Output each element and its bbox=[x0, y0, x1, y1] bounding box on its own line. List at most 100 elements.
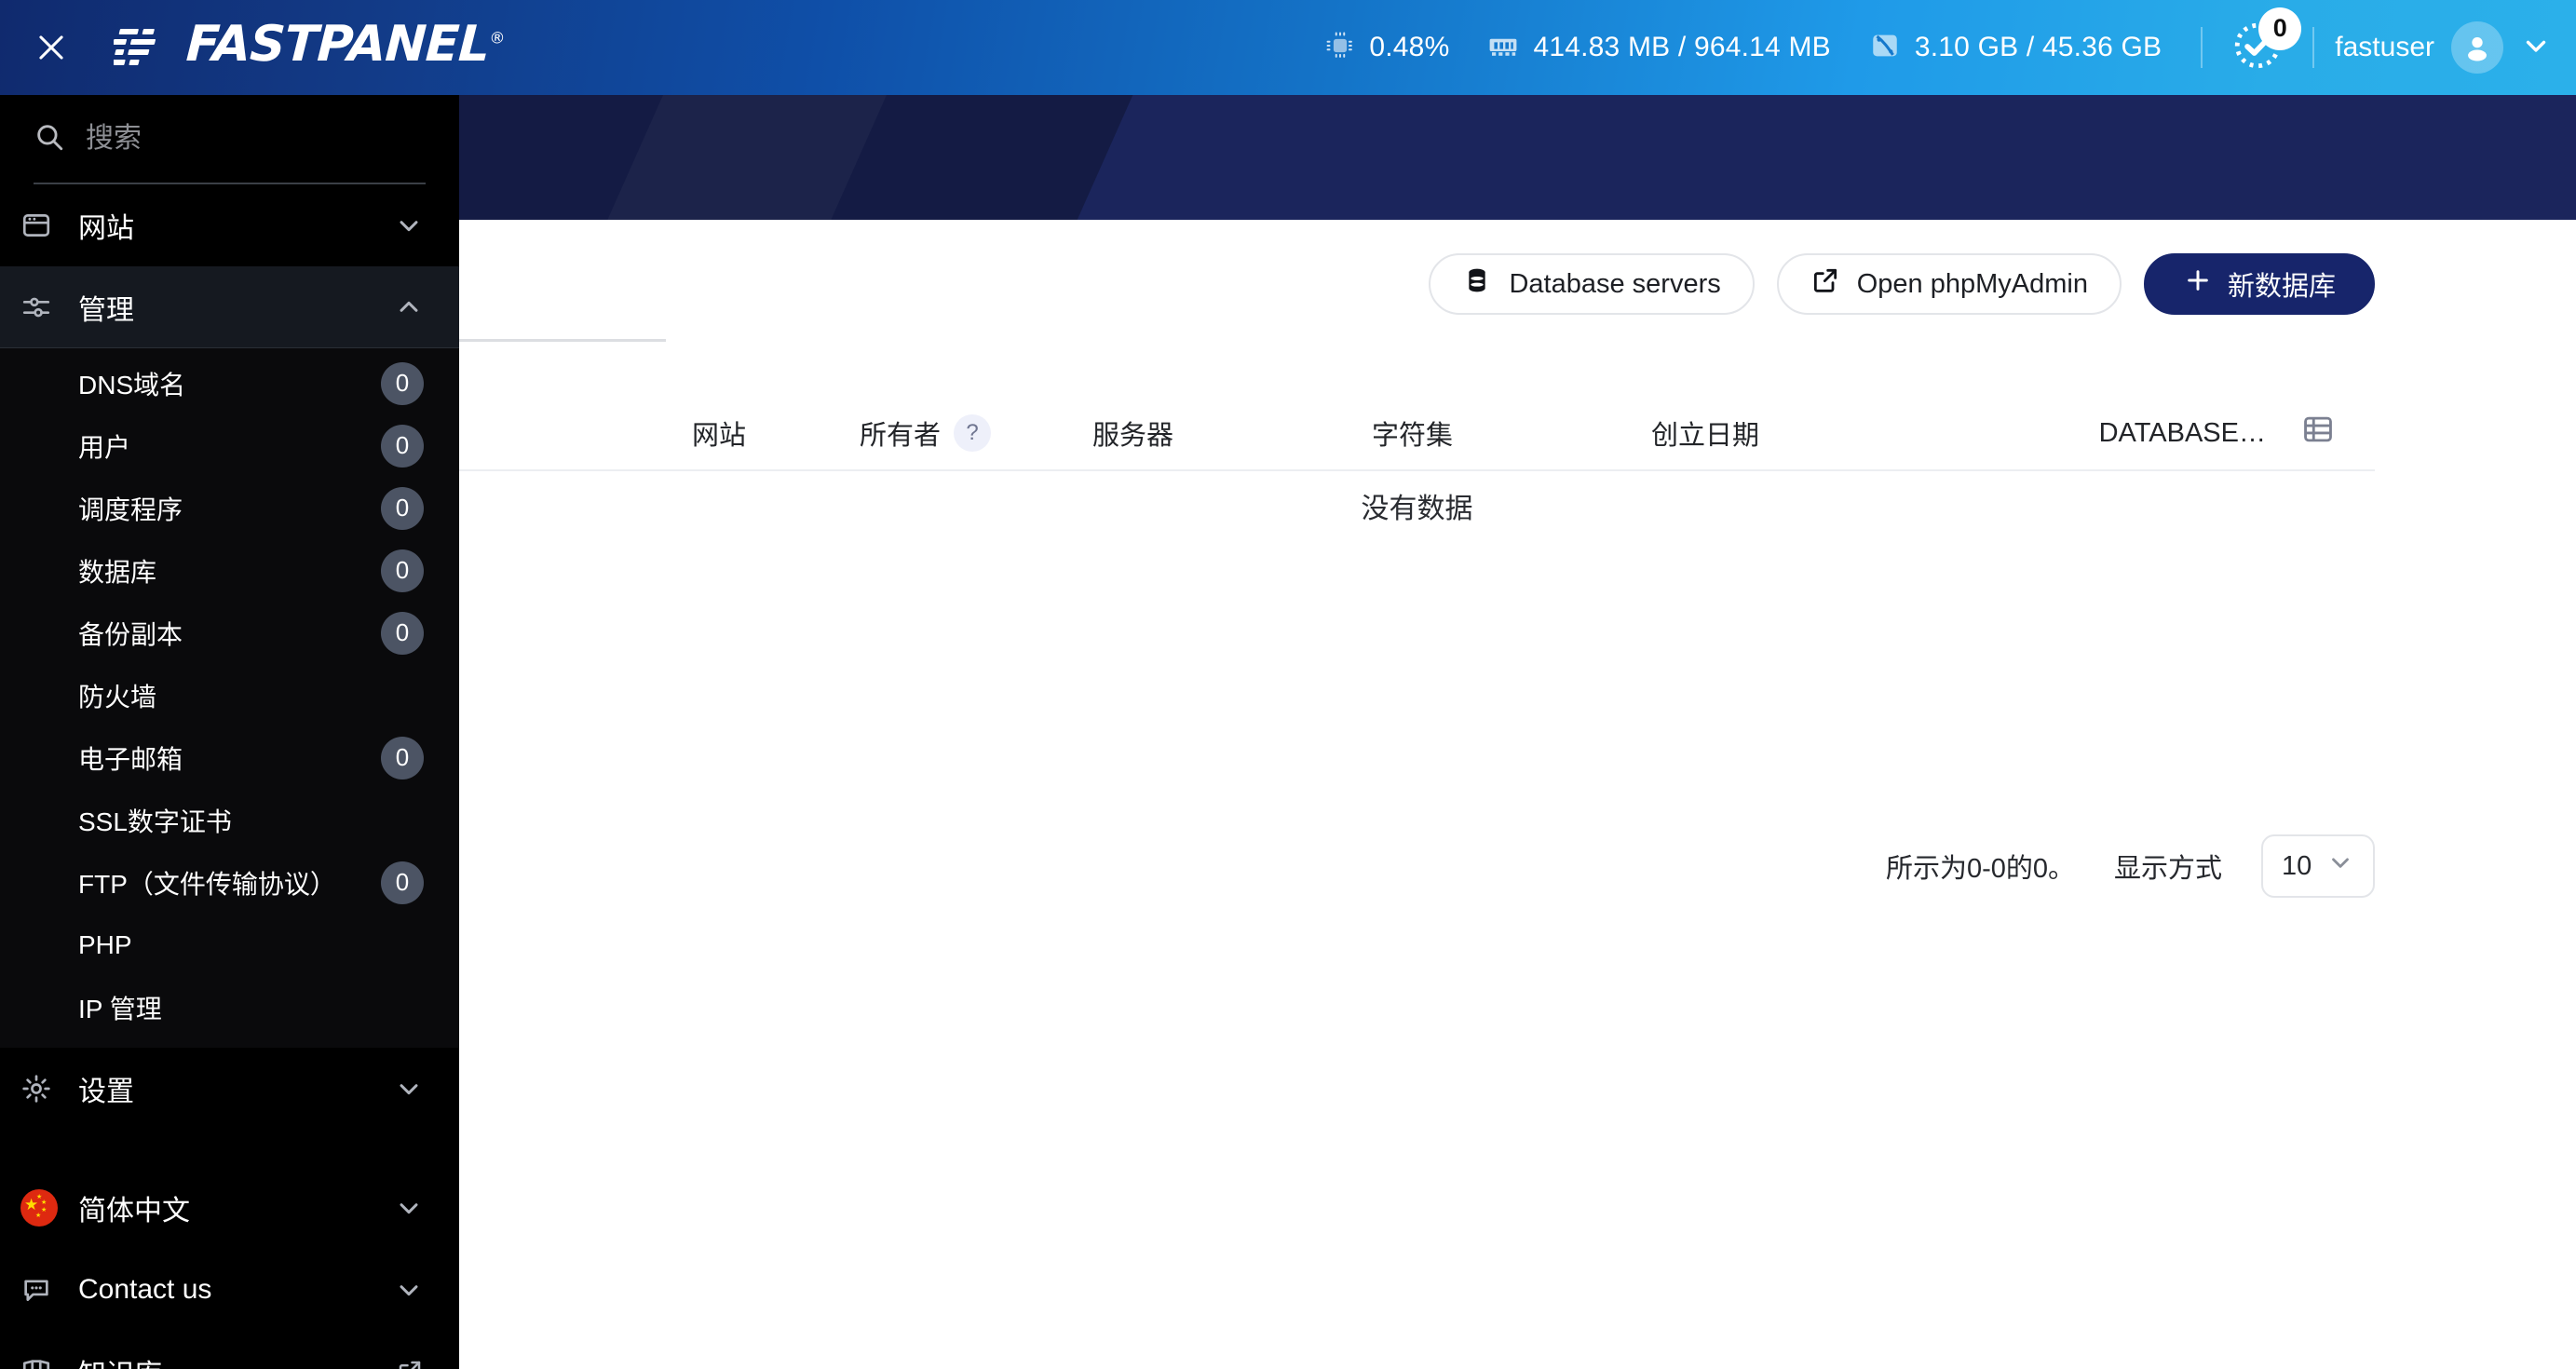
stat-memory[interactable]: 414.83 MB / 964.14 MB bbox=[1468, 32, 1849, 64]
table-columns-icon bbox=[2300, 412, 2336, 454]
open-phpmyadmin-button[interactable]: Open phpMyAdmin bbox=[1776, 253, 2122, 315]
header-divider-2 bbox=[2312, 27, 2315, 68]
sidebar-item-php-label: PHP bbox=[78, 929, 132, 959]
sidebar-item-email-badge: 0 bbox=[381, 736, 424, 779]
column-header-owner-label: 所有者 bbox=[860, 421, 942, 451]
disk-icon bbox=[1868, 30, 1902, 66]
stat-cpu-value: 0.48% bbox=[1369, 32, 1450, 62]
chevron-down-icon bbox=[2520, 30, 2552, 66]
sidebar-item-scheduler-badge: 0 bbox=[381, 486, 424, 530]
external-link-icon bbox=[396, 1358, 424, 1369]
management-submenu: DNS域名 0 用户 0 调度程序 0 数据库 0 备份副本 0 防火墙 电子邮… bbox=[0, 348, 459, 1048]
brand-name: FASTPANEL® bbox=[184, 15, 505, 73]
close-icon bbox=[34, 30, 69, 65]
column-header-charset-label: 字符集 bbox=[1372, 421, 1454, 451]
stat-disk[interactable]: 3.10 GB / 45.36 GB bbox=[1850, 30, 2180, 66]
sidebar-item-language-label: 简体中文 bbox=[78, 1196, 190, 1227]
user-name: fastuser bbox=[2335, 32, 2434, 62]
ram-icon bbox=[1486, 32, 1520, 64]
header-divider-1 bbox=[2201, 27, 2203, 68]
tabs-underline bbox=[459, 339, 666, 342]
sidebar-item-firewall[interactable]: 防火墙 bbox=[0, 664, 459, 726]
chevron-down-icon bbox=[394, 1074, 424, 1104]
database-servers-label: Database servers bbox=[1509, 268, 1721, 299]
column-header-charset[interactable]: 字符集 bbox=[1372, 413, 1651, 453]
search-input[interactable] bbox=[86, 123, 445, 155]
action-buttons: Database servers Open phpMyAdmin 新数据库 bbox=[1429, 253, 2375, 315]
sidebar-item-websites-label: 网站 bbox=[78, 213, 134, 244]
sidebar-item-backups-label: 备份副本 bbox=[78, 619, 183, 649]
sidebar-item-dns-badge: 0 bbox=[381, 361, 424, 405]
sidebar-item-ip-management[interactable]: IP 管理 bbox=[0, 976, 459, 1038]
per-page-value: 10 bbox=[2282, 850, 2312, 881]
help-icon[interactable]: ? bbox=[954, 414, 992, 452]
open-phpmyadmin-label: Open phpMyAdmin bbox=[1856, 268, 2088, 299]
plus-icon bbox=[2183, 265, 2213, 303]
column-header-site-label: 网站 bbox=[692, 421, 747, 451]
chevron-down-icon bbox=[394, 1193, 424, 1223]
sidebar-item-ftp-label: FTP（文件传输协议） bbox=[78, 869, 336, 899]
sidebar-item-users[interactable]: 用户 0 bbox=[0, 414, 459, 477]
stat-disk-value: 3.10 GB / 45.36 GB bbox=[1914, 32, 2162, 62]
column-header-created-label: 创立日期 bbox=[1651, 421, 1760, 451]
sidebar-item-databases[interactable]: 数据库 0 bbox=[0, 539, 459, 602]
database-icon bbox=[1462, 265, 1492, 303]
sidebar-item-knowledge-base-label: 知识库 bbox=[78, 1351, 396, 1369]
column-settings-button[interactable] bbox=[2266, 412, 2375, 454]
column-header-site[interactable]: 网站 bbox=[459, 413, 860, 453]
sidebar-item-php[interactable]: PHP bbox=[0, 914, 459, 976]
column-header-server[interactable]: 服务器 bbox=[1092, 413, 1372, 453]
sidebar-item-settings[interactable]: 设置 bbox=[0, 1048, 459, 1130]
brand-logo[interactable]: FASTPANEL® bbox=[107, 15, 505, 76]
notifications-button[interactable]: 0 bbox=[2223, 7, 2302, 77]
sidebar-search[interactable] bbox=[34, 95, 445, 184]
stat-cpu[interactable]: 0.48% bbox=[1306, 30, 1468, 66]
new-database-button[interactable]: 新数据库 bbox=[2143, 253, 2375, 315]
search-icon bbox=[34, 121, 65, 157]
flag-cn-icon: ★ ★ ★ ★ ★ bbox=[20, 1189, 78, 1227]
sidebar-item-backups-badge: 0 bbox=[381, 611, 424, 655]
chevron-up-icon bbox=[394, 292, 424, 322]
sidebar-item-websites[interactable]: 网站 bbox=[0, 184, 459, 266]
sidebar-item-management-label: 管理 bbox=[78, 295, 134, 326]
cpu-icon bbox=[1324, 30, 1356, 66]
sidebar-item-ftp[interactable]: FTP（文件传输协议） 0 bbox=[0, 851, 459, 914]
database-servers-button[interactable]: Database servers bbox=[1429, 253, 1755, 315]
browser-icon bbox=[20, 210, 78, 241]
sidebar-item-knowledge-base[interactable]: 知识库 bbox=[0, 1331, 459, 1369]
chat-icon bbox=[20, 1274, 78, 1306]
avatar bbox=[2451, 21, 2503, 74]
sidebar-item-users-label: 用户 bbox=[78, 432, 131, 462]
sidebar: 网站 管理 DNS域名 0 用户 bbox=[0, 95, 459, 1369]
external-link-icon bbox=[1810, 265, 1840, 303]
sidebar-item-scheduler[interactable]: 调度程序 0 bbox=[0, 477, 459, 539]
sidebar-item-contact-us[interactable]: Contact us bbox=[0, 1249, 459, 1331]
column-header-owner[interactable]: 所有者 ? bbox=[860, 413, 1092, 453]
sidebar-item-databases-label: 数据库 bbox=[78, 557, 157, 587]
fastpanel-mark-icon bbox=[107, 25, 171, 76]
sidebar-item-language[interactable]: ★ ★ ★ ★ ★ 简体中文 bbox=[0, 1167, 459, 1249]
sidebar-item-scheduler-label: 调度程序 bbox=[78, 495, 183, 524]
sidebar-item-dns[interactable]: DNS域名 0 bbox=[0, 352, 459, 414]
sidebar-item-management[interactable]: 管理 bbox=[0, 266, 459, 348]
user-menu[interactable]: fastuser bbox=[2335, 21, 2576, 74]
sidebar-item-ip-management-label: IP 管理 bbox=[78, 994, 162, 1023]
sidebar-item-dns-label: DNS域名 bbox=[78, 370, 186, 400]
close-button[interactable] bbox=[11, 30, 91, 65]
column-header-created[interactable]: 创立日期 bbox=[1651, 413, 1949, 453]
sidebar-item-email[interactable]: 电子邮箱 0 bbox=[0, 726, 459, 789]
column-header-server-label: 服务器 bbox=[1092, 421, 1174, 451]
sidebar-item-contact-us-label: Contact us bbox=[78, 1274, 212, 1305]
column-header-database-label: DATABASE… bbox=[2098, 417, 2266, 448]
sidebar-item-ssl-label: SSL数字证书 bbox=[78, 806, 232, 836]
stat-memory-value: 414.83 MB / 964.14 MB bbox=[1533, 32, 1831, 62]
top-header-bar: FASTPANEL® 0.48% 414.83 MB / 964.14 MB 3… bbox=[0, 0, 2576, 95]
sidebar-item-backups[interactable]: 备份副本 0 bbox=[0, 602, 459, 664]
chevron-down-icon bbox=[394, 1275, 424, 1305]
column-header-database[interactable]: DATABASE… bbox=[1949, 418, 2266, 449]
sidebar-item-email-label: 电子邮箱 bbox=[78, 744, 183, 774]
per-page-select[interactable]: 10 bbox=[2261, 834, 2375, 898]
chevron-down-icon bbox=[2326, 848, 2354, 884]
sidebar-item-ssl[interactable]: SSL数字证书 bbox=[0, 789, 459, 851]
